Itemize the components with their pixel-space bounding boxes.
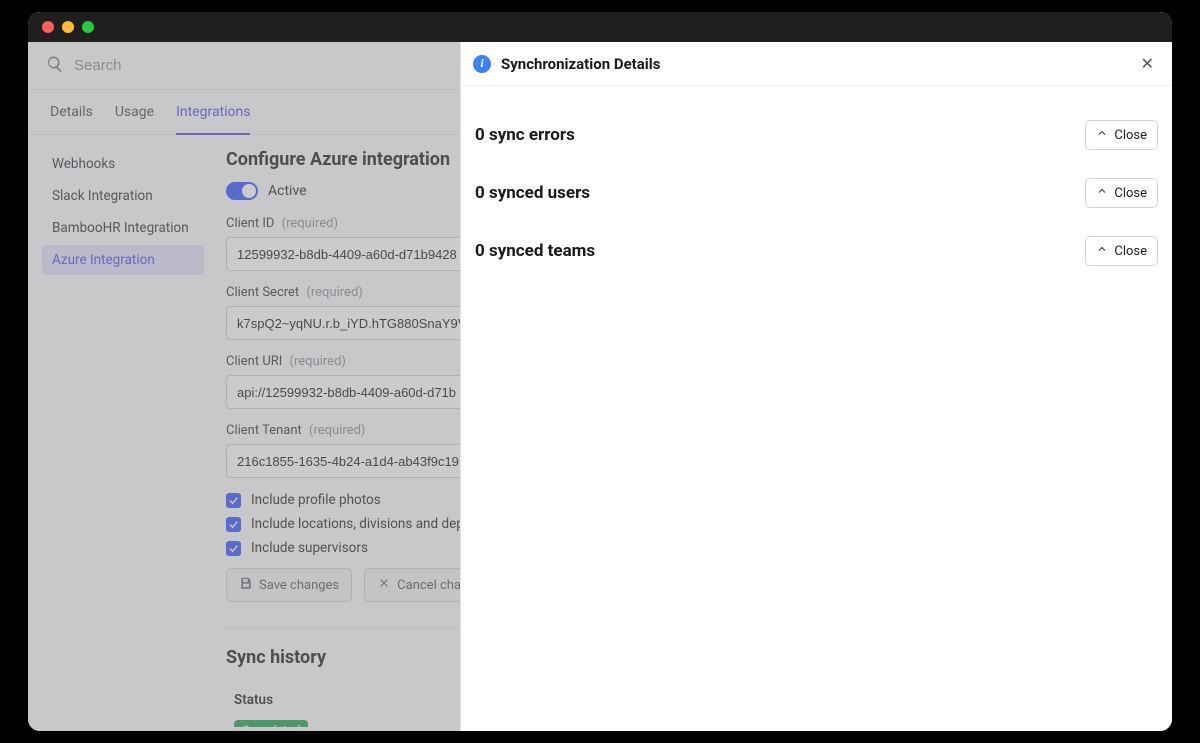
window-minimize-button[interactable] xyxy=(62,21,74,33)
sidebar-item-webhooks[interactable]: Webhooks xyxy=(42,149,204,179)
sidebar-item-label: Azure Integration xyxy=(52,252,155,268)
status-badge: Completed xyxy=(234,720,308,727)
app-window: Details Usage Integrations Webhooks Slac… xyxy=(28,12,1172,731)
required-text: (required) xyxy=(306,285,362,300)
tab-label: Details xyxy=(50,104,93,120)
save-button[interactable]: Save changes xyxy=(226,568,352,602)
chevron-up-icon xyxy=(1096,127,1108,143)
required-text: (required) xyxy=(282,216,338,231)
tab-usage[interactable]: Usage xyxy=(115,90,154,134)
sidebar-item-label: Slack Integration xyxy=(52,188,153,204)
checkbox-icon xyxy=(226,541,241,556)
active-label: Active xyxy=(268,183,307,199)
save-icon xyxy=(239,576,253,594)
panel-close-button[interactable]: ✕ xyxy=(1135,50,1160,77)
button-label: Close xyxy=(1114,128,1147,143)
chevron-up-icon xyxy=(1096,185,1108,201)
close-section-button[interactable]: Close xyxy=(1085,236,1158,266)
sidebar-item-slack[interactable]: Slack Integration xyxy=(42,181,204,211)
checkbox-icon xyxy=(226,517,241,532)
panel-title: Synchronization Details xyxy=(501,55,1125,73)
sidebar-item-bamboohr[interactable]: BambooHR Integration xyxy=(42,213,204,243)
required-text: (required) xyxy=(290,354,346,369)
close-icon xyxy=(377,576,391,594)
sidebar: Webhooks Slack Integration BambooHR Inte… xyxy=(28,135,218,727)
tab-label: Usage xyxy=(115,104,154,120)
titlebar xyxy=(28,12,1172,42)
sidebar-item-label: Webhooks xyxy=(52,156,115,172)
synced-teams-heading: 0 synced teams xyxy=(475,241,595,261)
required-text: (required) xyxy=(309,423,365,438)
client-id-label: Client ID xyxy=(226,216,274,231)
check-label: Include locations, divisions and departm xyxy=(251,516,492,532)
button-label: Save changes xyxy=(259,578,339,593)
client-tenant-label: Client Tenant xyxy=(226,423,302,438)
tab-integrations[interactable]: Integrations xyxy=(176,90,250,134)
button-label: Close xyxy=(1114,186,1147,201)
sync-errors-heading: 0 sync errors xyxy=(475,125,575,145)
sync-details-panel: i Synchronization Details ✕ 0 sync error… xyxy=(460,42,1172,731)
tab-details[interactable]: Details xyxy=(50,90,93,134)
close-section-button[interactable]: Close xyxy=(1085,120,1158,150)
active-toggle[interactable] xyxy=(226,182,258,200)
check-label: Include profile photos xyxy=(251,492,381,508)
window-close-button[interactable] xyxy=(42,21,54,33)
synced-users-heading: 0 synced users xyxy=(475,183,590,203)
search-icon xyxy=(46,55,64,77)
window-maximize-button[interactable] xyxy=(82,21,94,33)
close-section-button[interactable]: Close xyxy=(1085,178,1158,208)
chevron-up-icon xyxy=(1096,243,1108,259)
client-secret-label: Client Secret xyxy=(226,285,299,300)
checkbox-icon xyxy=(226,493,241,508)
check-label: Include supervisors xyxy=(251,540,368,556)
info-icon: i xyxy=(473,55,491,73)
sidebar-item-label: BambooHR Integration xyxy=(52,220,189,236)
sidebar-item-azure[interactable]: Azure Integration xyxy=(42,245,204,275)
button-label: Close xyxy=(1114,244,1147,259)
tab-label: Integrations xyxy=(176,104,250,120)
client-uri-label: Client URI xyxy=(226,354,282,369)
